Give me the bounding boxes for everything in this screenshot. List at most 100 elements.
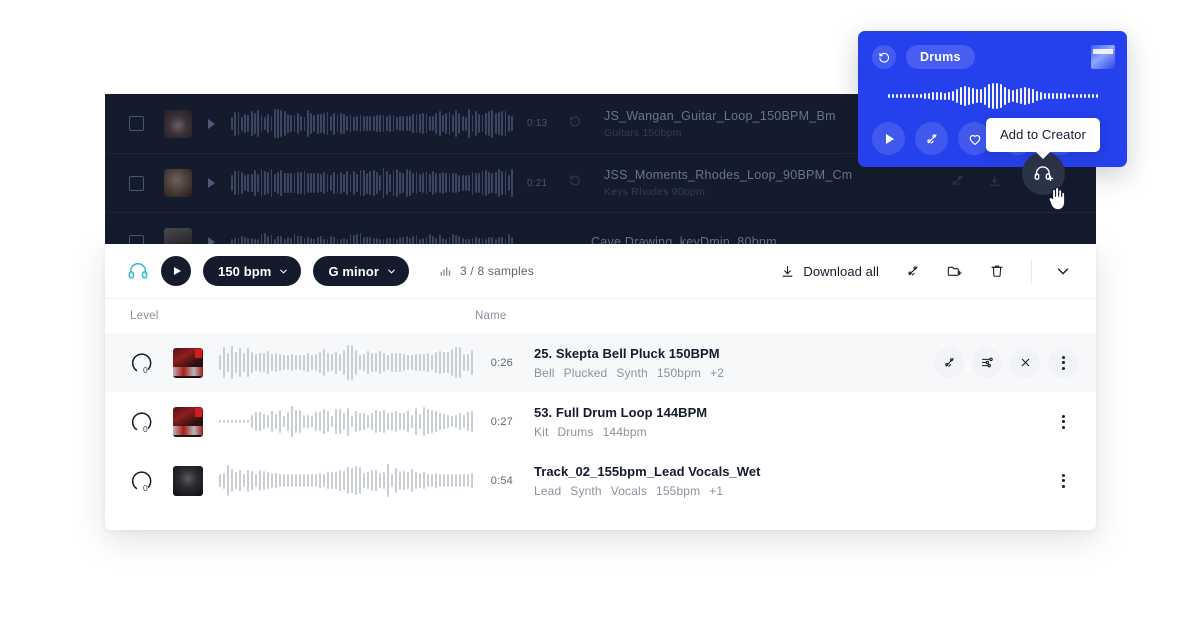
bpm-selector[interactable]: 150 bpm <box>203 256 302 286</box>
play-icon <box>173 267 181 275</box>
play-icon[interactable] <box>208 118 215 129</box>
waveform-bar <box>439 474 441 487</box>
row-checkbox[interactable] <box>129 116 144 131</box>
play-button[interactable] <box>872 122 905 155</box>
waveform-bar <box>439 412 441 431</box>
waveform-bar <box>343 413 345 430</box>
waveform-bar <box>351 416 353 427</box>
level-knob[interactable]: 0 <box>127 466 157 496</box>
waveform-bar <box>283 474 285 487</box>
waveform-bar <box>287 236 289 244</box>
row-checkbox[interactable] <box>129 175 144 191</box>
waveform-bar <box>383 410 385 433</box>
waveform-bar <box>474 111 477 136</box>
sample-row[interactable]: 0 0:26 25. Skepta Bell Pluck 150BPM Bell… <box>105 333 1096 392</box>
close-icon[interactable] <box>1010 347 1040 378</box>
waveform-bar <box>387 412 389 431</box>
waveform-bar <box>283 110 286 137</box>
waveform-bar <box>443 352 445 373</box>
waveform-bar <box>448 173 451 193</box>
key-value: G minor <box>328 263 379 279</box>
download-all-button[interactable]: Download all <box>780 264 879 279</box>
waveform[interactable] <box>231 166 514 200</box>
play-icon[interactable] <box>208 178 215 188</box>
waveform-bar <box>415 354 417 371</box>
waveform-bar <box>280 169 283 197</box>
waveform-bar <box>359 466 361 495</box>
share-icon[interactable] <box>905 263 921 279</box>
waveform-bar <box>955 88 958 104</box>
level-knob[interactable]: 0 <box>127 348 157 378</box>
waveform-bar <box>310 173 312 193</box>
waveform-bar <box>451 348 453 377</box>
trash-icon[interactable] <box>989 263 1005 279</box>
preview-waveform[interactable] <box>858 82 1127 110</box>
waveform-bar <box>255 353 257 372</box>
waveform-bar <box>419 413 421 430</box>
more-icon[interactable] <box>1048 347 1078 378</box>
headphones-icon[interactable] <box>127 260 149 282</box>
undo-icon[interactable] <box>872 45 896 69</box>
waveform-bar <box>425 114 428 133</box>
row-checkbox[interactable] <box>129 234 144 244</box>
download-icon[interactable] <box>987 173 1002 193</box>
sliders-icon[interactable] <box>972 347 1002 378</box>
waveform-bar <box>347 407 349 436</box>
waveform-bar <box>1015 88 1018 104</box>
waveform-bar <box>346 171 349 195</box>
waveform-bar <box>223 419 225 424</box>
waveform[interactable] <box>219 402 473 442</box>
preview-category-chip[interactable]: Drums <box>906 45 975 69</box>
waveform-bar <box>431 354 433 371</box>
waveform[interactable] <box>231 107 514 141</box>
background-list-row[interactable]: Cave Drawing_keyDmin_80bpm <box>105 212 1096 244</box>
level-knob[interactable]: 0 <box>127 407 157 437</box>
waveform-bar <box>327 352 329 373</box>
waveform-bar <box>415 471 417 490</box>
share-icon[interactable] <box>934 347 964 378</box>
waveform-bar <box>375 470 377 491</box>
more-icon[interactable] <box>1048 407 1078 437</box>
loop-icon[interactable] <box>569 115 582 133</box>
waveform-bar <box>1071 94 1074 98</box>
loop-icon[interactable] <box>569 174 582 192</box>
waveform-bar <box>367 471 369 490</box>
sample-row[interactable]: 0 0:54 Track_02_155bpm_Lead Vocals_Wet L… <box>105 451 1096 510</box>
waveform-bar <box>432 171 434 195</box>
waveform-bar <box>915 94 918 98</box>
waveform-bar <box>423 472 425 489</box>
waveform-bar <box>435 411 437 432</box>
key-selector[interactable]: G minor <box>313 256 409 286</box>
share-icon[interactable] <box>950 173 965 193</box>
waveform-bar <box>287 473 289 488</box>
heart-icon <box>969 134 980 145</box>
waveform-bar <box>271 354 273 371</box>
sample-artwork <box>173 465 203 496</box>
waveform-bar <box>427 353 429 372</box>
waveform-bar <box>405 236 408 244</box>
folder-plus-icon[interactable] <box>947 263 963 279</box>
waveform-bar <box>260 114 263 133</box>
waveform-bar <box>463 474 465 487</box>
play-icon[interactable] <box>208 237 215 244</box>
preview-artwork <box>1091 45 1115 69</box>
sample-actions <box>934 347 1078 378</box>
waveform[interactable] <box>219 343 473 383</box>
waveform-bar <box>372 170 375 196</box>
share-button[interactable] <box>915 122 948 155</box>
waveform-bar <box>347 345 349 380</box>
waveform-bar <box>243 419 245 424</box>
waveform-bar <box>379 351 381 374</box>
collapse-panel-button[interactable] <box>1054 262 1072 280</box>
waveform-bar <box>239 348 241 377</box>
sample-actions <box>1048 407 1078 437</box>
waveform[interactable] <box>231 225 514 244</box>
chevron-down-icon <box>1057 268 1069 275</box>
waveform[interactable] <box>219 461 473 501</box>
waveform-bar <box>899 94 902 98</box>
play-pack-button[interactable] <box>161 256 191 286</box>
more-icon[interactable] <box>1048 466 1078 496</box>
waveform-bar <box>1051 92 1054 100</box>
sample-tag: 155bpm <box>656 483 701 498</box>
sample-row[interactable]: 0 0:27 53. Full Drum Loop 144BPM Kit Drum… <box>105 392 1096 451</box>
